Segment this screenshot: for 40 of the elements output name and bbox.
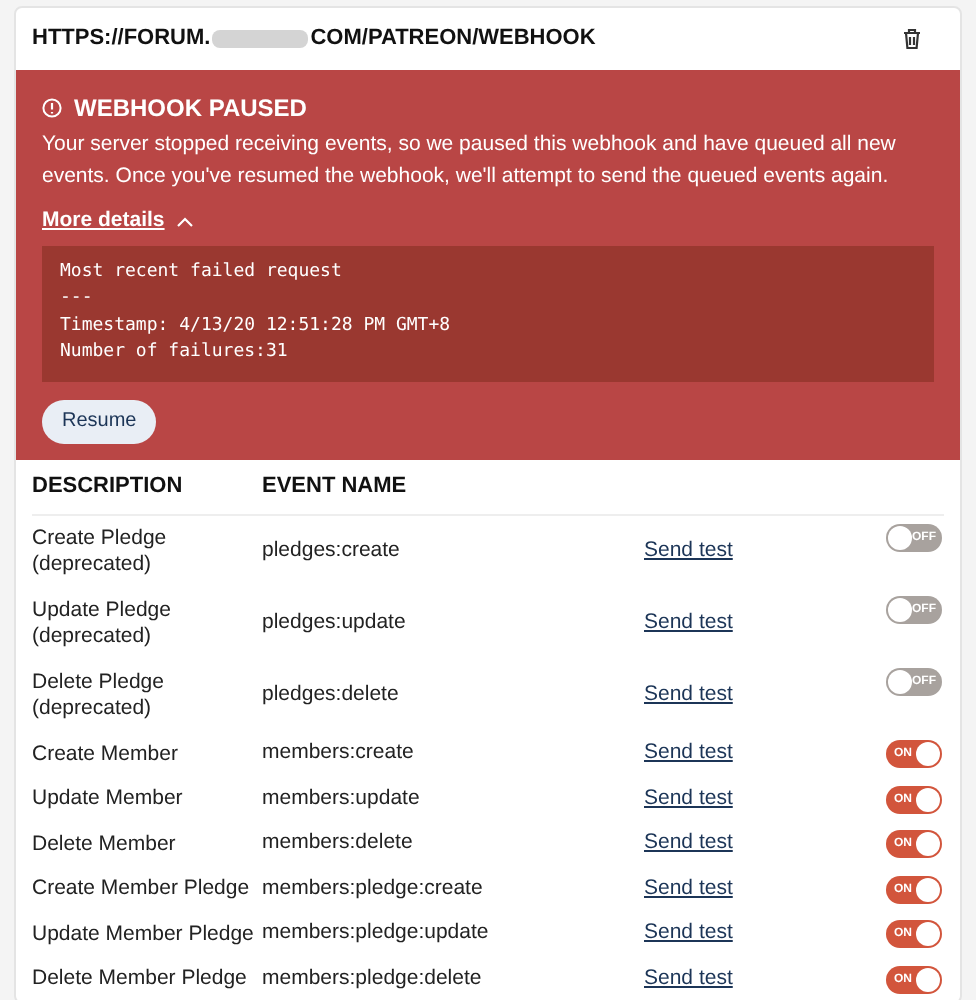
send-test-link[interactable]: Send test	[644, 873, 733, 905]
send-test-link[interactable]: Send test	[644, 963, 733, 995]
column-header: EVENT NAME	[262, 472, 407, 502]
description-cell-text: Create Pledge (deprecated)	[32, 525, 169, 578]
description-cell-text: Delete Pledge (deprecated)	[32, 669, 166, 722]
warning-icon	[42, 98, 62, 118]
alert-message: Your server stopped receiving events, so we paused this webhook and have queued all new events. Once you've resumed the webhook, we'll attempt to send the queued events again.	[42, 130, 898, 192]
chevron-up-icon[interactable]	[176, 215, 195, 228]
resume-button[interactable]: Resume	[42, 399, 157, 444]
description-cell-text: Create Member	[32, 741, 180, 767]
send-test-link[interactable]: Send test	[644, 738, 733, 770]
redaction-mark	[212, 30, 309, 48]
column-header: DESCRIPTION	[32, 472, 185, 502]
event-name-cell-text: pledges:create	[262, 535, 402, 566]
event-name-cell-text: pledges:delete	[262, 679, 401, 710]
event-name-cell-text: members:pledge:update	[262, 918, 491, 949]
description-cell-text: Update Member	[32, 786, 185, 812]
failure-details: Most recent failed request --- Timestamp: 4/13/20 12:51:28 PM GMT+8 Number of failures:31	[42, 245, 934, 382]
send-test-link[interactable]: Send test	[644, 918, 733, 950]
send-test-link[interactable]: Send test	[644, 679, 733, 712]
event-name-cell-text: members:pledge:delete	[262, 963, 484, 994]
description-cell-text: Delete Member Pledge	[32, 966, 249, 992]
webhook-url: HTTPS://FORUM.	[32, 24, 211, 55]
alert-title: WEBHOOK PAUSED	[74, 92, 307, 126]
send-test-link[interactable]: Send test	[644, 535, 733, 568]
description-cell-text: Create Member Pledge	[32, 876, 252, 902]
send-test-link[interactable]: Send test	[644, 783, 733, 815]
send-test-link[interactable]: Send test	[644, 828, 733, 860]
webhook-url: COM/PATREON/WEBHOOK	[310, 24, 596, 55]
trash-icon[interactable]	[902, 28, 922, 50]
event-name-cell-text: members:delete	[262, 828, 415, 859]
description-cell-text: Delete Member	[32, 831, 178, 857]
event-name-cell-text: members:pledge:create	[262, 873, 485, 904]
event-name-cell-text: pledges:update	[262, 607, 408, 638]
more-details-link[interactable]: More details	[42, 206, 165, 238]
event-name-cell-text: members:create	[262, 738, 416, 769]
send-test-link[interactable]: Send test	[644, 607, 733, 640]
description-cell-text: Update Pledge (deprecated)	[32, 597, 173, 650]
description-cell-text: Update Member Pledge	[32, 921, 256, 947]
event-name-cell-text: members:update	[262, 783, 422, 814]
